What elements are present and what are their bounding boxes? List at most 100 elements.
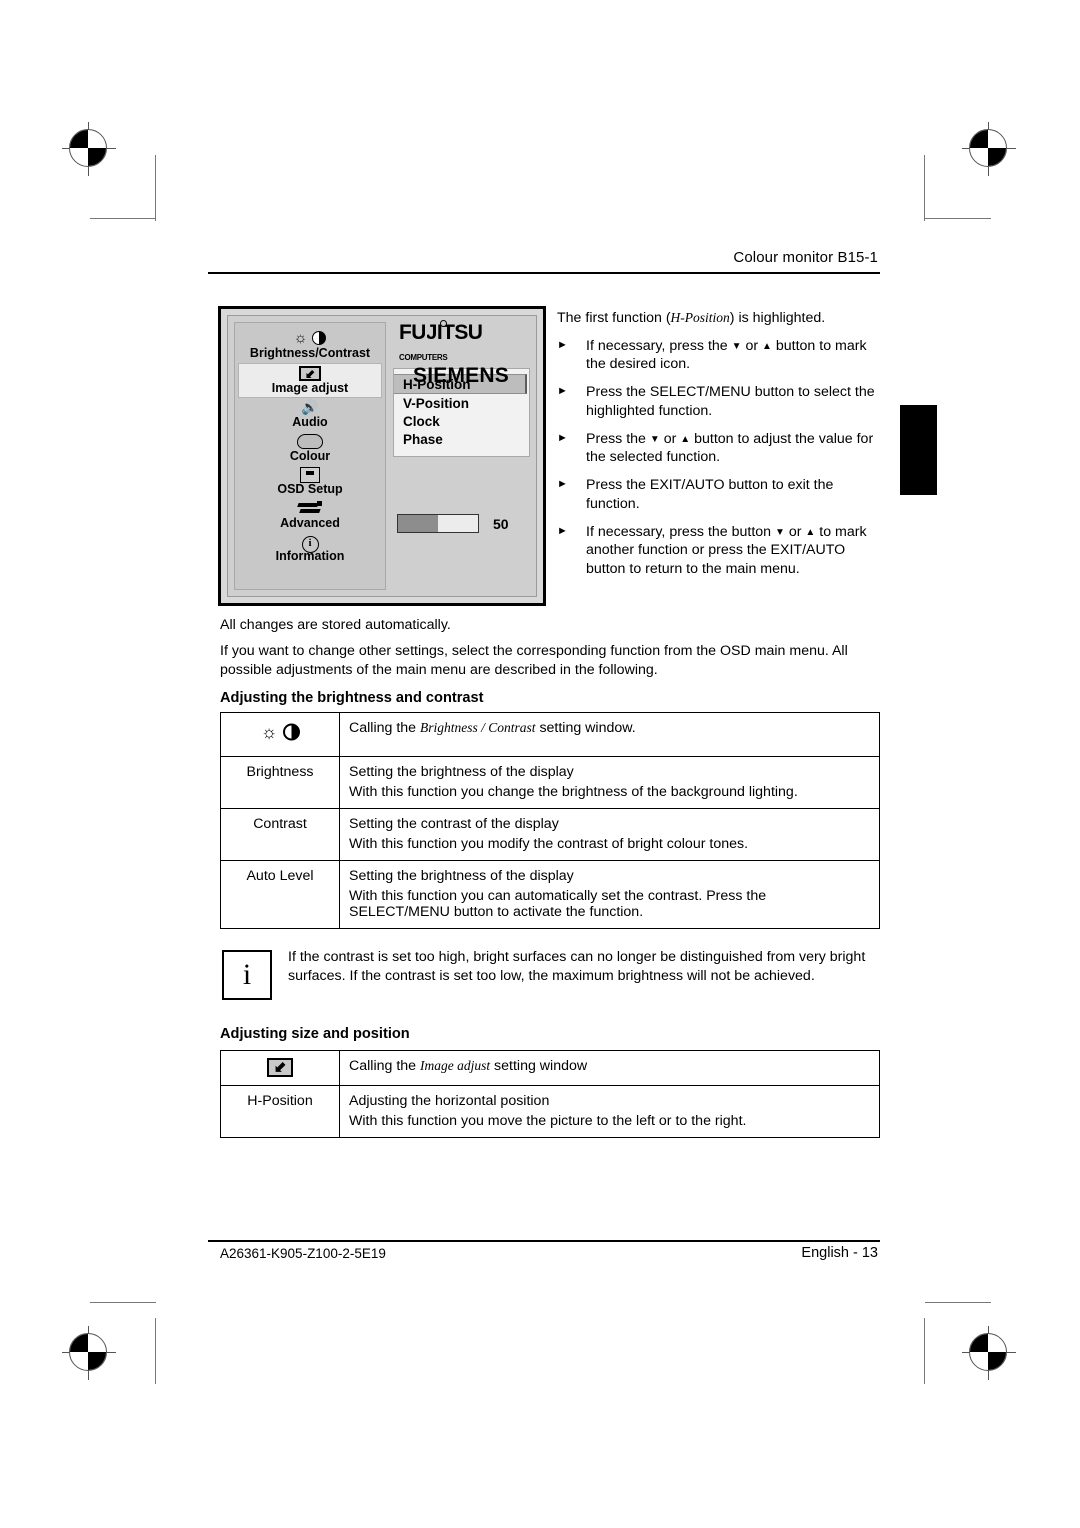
down-arrow-icon: ▼ xyxy=(775,526,785,538)
italic-term: Brightness / Contrast xyxy=(419,720,536,735)
regmark-quadrant-topleft xyxy=(70,130,88,148)
logo-bar xyxy=(425,324,427,343)
italic-term: Image adjust xyxy=(419,1058,491,1073)
crop-line-bottom-left-horizontal xyxy=(90,1302,156,1303)
brightness-contrast-icon: ☼ xyxy=(238,330,382,347)
bullet-arrow-icon: ► xyxy=(557,524,568,537)
regmark-quadrant-bottomright xyxy=(988,148,1006,166)
bullet-arrow-icon: ► xyxy=(557,478,568,491)
table-row: ⬋ Calling the Image adjust setting windo… xyxy=(220,1050,880,1086)
osd-menu-item-label: Image adjust xyxy=(271,380,349,395)
header-divider xyxy=(208,272,880,274)
regmark-quadrant-topleft xyxy=(970,130,988,148)
logo-siemens-text: SIEMENS xyxy=(413,364,509,387)
colour-palette-icon xyxy=(238,433,382,450)
osd-menu-item-image-adjust[interactable]: ⬋ Image adjust xyxy=(238,362,382,398)
logo-fujitsu-text: FUJITSU COMPUTERS xyxy=(399,320,483,362)
table-cell-label: Contrast xyxy=(220,808,340,861)
cell-line: With this function you change the bright… xyxy=(349,784,798,800)
table-row: H-Position Adjusting the horizontal posi… xyxy=(220,1085,880,1138)
osd-menu-item-osd-setup[interactable]: OSD Setup xyxy=(238,465,382,499)
osd-menu-item-label: Colour xyxy=(289,448,331,463)
table-cell-icon: ☼ xyxy=(220,712,340,757)
information-icon: i xyxy=(238,533,382,553)
footer-document-number: A26361-K905-Z100-2-5E19 xyxy=(220,1246,386,1261)
cell-line: Calling the Brightness / Contrast settin… xyxy=(349,720,636,736)
osd-submenu-item-phase[interactable]: Phase xyxy=(394,430,529,448)
regmark-circle xyxy=(969,129,1007,167)
instruction-step-text: If necessary, press the button ▼ or ▲ to… xyxy=(586,523,867,578)
table-cell-label: Auto Level xyxy=(220,860,340,929)
table-cell-label: Brightness xyxy=(220,756,340,809)
table-cell-description: Setting the contrast of the display With… xyxy=(339,808,880,861)
osd-menu-item-information[interactable]: i Information xyxy=(238,532,382,566)
table-cell-description: Calling the Image adjust setting window xyxy=(339,1050,880,1086)
regmark-quadrant-bottomright xyxy=(88,1352,106,1370)
regmark-quadrant-topleft xyxy=(970,1334,988,1352)
paragraph-change-settings: If you want to change other settings, se… xyxy=(220,643,848,679)
brightness-contrast-table: ☼ Calling the Brightness / Contrast sett… xyxy=(220,712,880,929)
fujitsu-siemens-logo: FUJITSU COMPUTERS SIEMENS xyxy=(393,320,530,386)
osd-menu-item-advanced[interactable]: Advanced xyxy=(238,499,382,533)
crop-line-bottom-right-vertical xyxy=(924,1318,925,1384)
brightness-contrast-icon: ☼ xyxy=(258,720,302,744)
page-header-title: Colour monitor B15-1 xyxy=(733,249,878,266)
regmark-quadrant-topleft xyxy=(70,1334,88,1352)
cell-line: Setting the brightness of the display xyxy=(349,868,574,884)
image-adjust-icon: ⬋ xyxy=(239,365,381,382)
regmark-circle xyxy=(969,1333,1007,1371)
instruction-step-text: Press the SELECT/MENU button to select t… xyxy=(586,384,875,419)
table-cell-description: Adjusting the horizontal position With t… xyxy=(339,1085,880,1138)
osd-main-menu-list: ☼ Brightness/Contrast ⬋ Image adjust 🔊 A… xyxy=(234,322,386,590)
instruction-intro: The first function (H-Position) is highl… xyxy=(557,310,826,326)
osd-menu-item-label: OSD Setup xyxy=(277,482,343,496)
osd-inner-frame: ☼ Brightness/Contrast ⬋ Image adjust 🔊 A… xyxy=(227,315,537,597)
cell-line: With this function you can automatically… xyxy=(349,888,767,920)
note-text: If the contrast is set too high, bright … xyxy=(288,949,866,985)
osd-submenu-item-v-position[interactable]: V-Position xyxy=(394,394,529,412)
osd-setup-screen-icon xyxy=(238,466,382,483)
osd-menu-item-audio[interactable]: 🔊 Audio xyxy=(238,398,382,432)
instruction-step: ► If necessary, press the button ▼ or ▲ … xyxy=(557,523,887,579)
osd-screenshot-figure: ☼ Brightness/Contrast ⬋ Image adjust 🔊 A… xyxy=(218,306,546,606)
crop-line-top-right-vertical xyxy=(924,155,925,221)
osd-menu-item-label: Audio xyxy=(292,415,328,429)
crop-line-top-left-vertical xyxy=(155,155,156,221)
note-information-i-icon: i xyxy=(222,950,272,1000)
table-row: ☼ Calling the Brightness / Contrast sett… xyxy=(220,712,880,757)
bullet-arrow-icon: ► xyxy=(557,431,568,444)
paragraph-auto-store: All changes are stored automatically. xyxy=(220,617,451,633)
heading-adjusting-brightness: Adjusting the brightness and contrast xyxy=(220,690,484,706)
half-circle-contrast-icon xyxy=(283,723,300,741)
cell-line: Adjusting the horizontal position xyxy=(349,1093,550,1109)
osd-value-slider[interactable] xyxy=(397,514,479,533)
crop-line-top-right-horizontal xyxy=(925,218,991,219)
osd-right-pane: FUJITSU COMPUTERS SIEMENS H-Position V-P… xyxy=(393,320,530,590)
osd-slider-fill xyxy=(398,515,438,532)
osd-menu-item-brightness-contrast[interactable]: ☼ Brightness/Contrast xyxy=(238,329,382,363)
table-cell-icon: ⬋ xyxy=(220,1050,340,1086)
regmark-quadrant-bottomright xyxy=(88,148,106,166)
table-row: Auto Level Setting the brightness of the… xyxy=(220,860,880,929)
audio-speaker-icon: 🔊 xyxy=(301,399,319,415)
cell-line: Setting the brightness of the display xyxy=(349,764,574,780)
down-arrow-icon: ▼ xyxy=(649,433,660,445)
registration-mark-top-left xyxy=(62,122,116,176)
osd-menu-item-colour[interactable]: Colour xyxy=(238,432,382,466)
instruction-step: ► If necessary, press the ▼ or ▲ button … xyxy=(557,337,887,374)
advanced-tools-icon xyxy=(238,500,382,517)
osd-submenu-item-clock[interactable]: Clock xyxy=(394,412,529,430)
up-arrow-icon: ▲ xyxy=(762,340,772,352)
regmark-quadrant-bottomright xyxy=(988,1352,1006,1370)
osd-menu-item-label: Information xyxy=(275,549,345,563)
sun-icon: ☼ xyxy=(260,722,278,742)
footer-page-label: English - 13 xyxy=(801,1245,878,1261)
osd-slider-area: 50 xyxy=(393,457,530,590)
down-arrow-icon: ▼ xyxy=(731,340,742,352)
crop-line-bottom-right-horizontal xyxy=(925,1302,991,1303)
table-row: Brightness Setting the brightness of the… xyxy=(220,756,880,809)
instruction-step: ► Press the SELECT/MENU button to select… xyxy=(557,383,887,420)
table-cell-description: Calling the Brightness / Contrast settin… xyxy=(339,712,880,757)
registration-mark-bottom-left xyxy=(62,1326,116,1380)
document-page: Colour monitor B15-1 ☼ Brightness/Contra… xyxy=(0,0,1080,1528)
